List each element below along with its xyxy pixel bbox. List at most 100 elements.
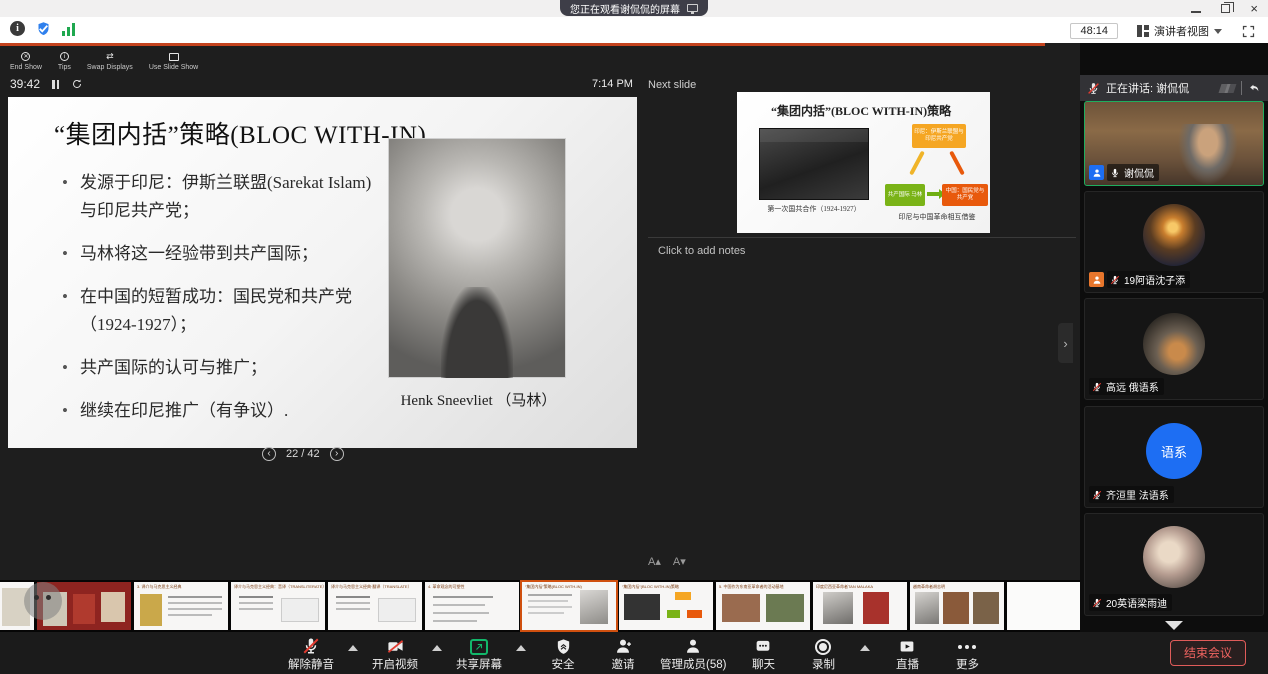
slide-thumbnail[interactable]: 译介与马克思主义经典·翻译（TRANSLATE） (328, 582, 422, 630)
clock: 7:14 PM (592, 78, 633, 90)
elapsed-time: 39:42 (10, 77, 40, 91)
end-show-button[interactable]: ✕ End Show (10, 51, 42, 71)
invite-button[interactable]: 邀请 (600, 636, 646, 672)
avatar (1143, 204, 1205, 266)
info-icon[interactable]: i (10, 21, 25, 36)
speaking-label: 正在讲话: 谢侃侃 (1106, 80, 1214, 96)
presenter-toolbar: ✕ End Show i Tips ⇄ Swap Displays Use Sl… (10, 51, 198, 71)
mic-muted-icon (1087, 82, 1100, 95)
minimize-button[interactable] (1191, 11, 1201, 13)
notes-placeholder[interactable]: Click to add notes (658, 245, 745, 257)
nameplate: 20英语梁雨迪 (1089, 594, 1172, 611)
slide-bullet: 共产国际的认可与推广； (60, 354, 378, 382)
scroll-down-arrow[interactable] (1165, 621, 1183, 630)
participant-tile[interactable]: 语系 齐洹里 法语系 (1084, 406, 1264, 508)
diagram-box-indonesia: 印尼：伊斯兰联盟与印尼共产党 (912, 124, 966, 148)
window-titlebar: 您正在观看谢侃侃的屏幕 × (0, 0, 1268, 17)
person-icon (684, 637, 702, 655)
watching-screen-label: 您正在观看谢侃侃的屏幕 (570, 1, 680, 16)
mic-muted-icon (1092, 490, 1102, 500)
slide-thumbnail[interactable]: 印度尼西亚革命者TAN MALAKA (813, 582, 907, 630)
avatar (1143, 313, 1205, 375)
sharing-indicator-line (0, 43, 1045, 46)
participant-tile[interactable]: 20英语梁雨迪 (1084, 513, 1264, 616)
slide-thumbnail[interactable]: 越南革命者胡志明 (910, 582, 1004, 630)
record-button[interactable]: 录制 (800, 636, 846, 672)
shield-icon (555, 638, 572, 655)
share-screen-button[interactable]: 共享屏幕 (456, 636, 502, 672)
participant-tile[interactable]: 高远 俄语系 (1084, 298, 1264, 400)
sneevliet-portrait-photo (388, 138, 566, 378)
view-mode-button[interactable]: 演讲者视图 (1130, 20, 1229, 42)
slide-navigation: ‹ 22 / 42 › (262, 447, 344, 461)
video-options-caret[interactable] (432, 645, 442, 651)
slide-bullet: 发源于印尼：伊斯兰联盟(Sarekat Islam)与印尼共产党； (60, 169, 378, 225)
slide-thumbnail[interactable]: 3. 译介与马克思主义经典 (134, 582, 228, 630)
slide-thumbnail[interactable]: 译介与马克思主义经典：音译（TRANSLITERATE） (231, 582, 325, 630)
chat-icon (754, 638, 772, 655)
next-slide-button[interactable]: › (330, 447, 344, 461)
meeting-control-bar: 解除静音 开启视频 共享屏幕 安全 邀请 (0, 632, 1268, 674)
panel-expand-handle[interactable]: › (1058, 323, 1073, 363)
mic-muted-icon (302, 637, 320, 655)
end-show-icon: ✕ (21, 52, 30, 61)
slide-filmstrip: 3. 译介与马克思主义经典 译介与马克思主义经典：音译（TRANSLITERAT… (0, 580, 1080, 632)
nameplate: 高远 俄语系 (1089, 378, 1164, 395)
slide-thumbnail[interactable]: 5. 中国作为东南亚革命者的活动基地 (716, 582, 810, 630)
slide-thumbnail[interactable]: 4. 革命观念的可塑性 (425, 582, 519, 630)
previous-slide-button[interactable]: ‹ (262, 447, 276, 461)
mic-muted-icon (1092, 598, 1102, 608)
live-stream-button[interactable]: 直播 (884, 636, 930, 672)
monitor-icon (687, 4, 698, 12)
mic-muted-icon (1110, 275, 1120, 285)
slide-thumbnail[interactable]: “集团内括”(BLOC WITH-IN)策略 (619, 582, 713, 630)
share-toolbar: i 48:14 演讲者视图 (0, 17, 1268, 43)
slide-show-icon (169, 53, 179, 61)
floating-overlay-bubble[interactable] (24, 582, 62, 620)
current-slide[interactable]: “集团内括”策略(BLOC WITH-IN) 发源于印尼：伊斯兰联盟(Sarek… (8, 97, 637, 448)
start-video-button[interactable]: 开启视频 (372, 636, 418, 672)
participant-tile-speaker[interactable]: 谢侃侃 (1084, 101, 1264, 186)
record-options-caret[interactable] (860, 645, 870, 651)
unmute-button[interactable]: 解除静音 (288, 636, 334, 672)
slide-bullet: 继续在印尼推广（有争议）. (60, 397, 378, 425)
view-mode-label: 演讲者视图 (1154, 23, 1209, 39)
swap-displays-icon: ⇄ (104, 51, 115, 62)
watching-screen-banner: 您正在观看谢侃侃的屏幕 (560, 0, 708, 16)
shield-check-icon[interactable] (36, 21, 51, 36)
share-screen-icon (470, 639, 488, 655)
chat-button[interactable]: 聊天 (740, 636, 786, 672)
mic-options-caret[interactable] (348, 645, 358, 651)
diagram-arrow-up-left (909, 151, 925, 176)
more-button[interactable]: 更多 (944, 636, 990, 672)
next-slide-preview[interactable]: “集团内括”(BLOC WITH-IN)策略 第一次国共合作（1924-1927… (737, 92, 990, 233)
reply-icon[interactable] (1248, 82, 1261, 95)
manage-members-button[interactable]: 管理成员(58) (660, 636, 726, 672)
diagram-caption: 印尼与中国革命相互借鉴 (887, 212, 987, 222)
next-slide-title: “集团内括”(BLOC WITH-IN)策略 (771, 102, 951, 119)
participant-tile[interactable]: 19阿语沈子添 (1084, 191, 1264, 293)
slide-thumbnail[interactable]: 模式三：投身群体运动的马克思主义革命者 (1007, 582, 1080, 630)
close-button[interactable]: × (1250, 2, 1258, 15)
control-buttons: 解除静音 开启视频 共享屏幕 安全 邀请 (288, 634, 990, 674)
slide-position: 22 / 42 (286, 448, 320, 460)
security-button[interactable]: 安全 (540, 636, 586, 672)
swap-displays-button[interactable]: ⇄ Swap Displays (87, 51, 133, 71)
share-toolbar-right: 48:14 演讲者视图 (1070, 20, 1256, 42)
restore-button[interactable] (1221, 4, 1230, 13)
font-larger-button[interactable]: A▴ (648, 555, 661, 568)
restart-timer-button[interactable] (71, 78, 83, 90)
network-signal-icon[interactable] (62, 22, 75, 36)
use-slide-show-button[interactable]: Use Slide Show (149, 51, 198, 71)
fullscreen-icon[interactable] (1241, 24, 1256, 39)
tips-button[interactable]: i Tips (58, 51, 71, 71)
share-options-caret[interactable] (516, 645, 526, 651)
slide-thumbnail-current[interactable]: “集团内括”策略(BLOC WITH-IN) (522, 582, 616, 630)
window-controls: × (1191, 2, 1258, 15)
end-meeting-button[interactable]: 结束会议 (1170, 640, 1246, 666)
participant-name: 谢侃侃 (1124, 165, 1154, 180)
record-icon (815, 639, 831, 655)
pause-timer-button[interactable] (52, 80, 59, 89)
font-smaller-button[interactable]: A▾ (673, 555, 686, 568)
notes-font-buttons: A▴ A▾ (648, 555, 686, 568)
